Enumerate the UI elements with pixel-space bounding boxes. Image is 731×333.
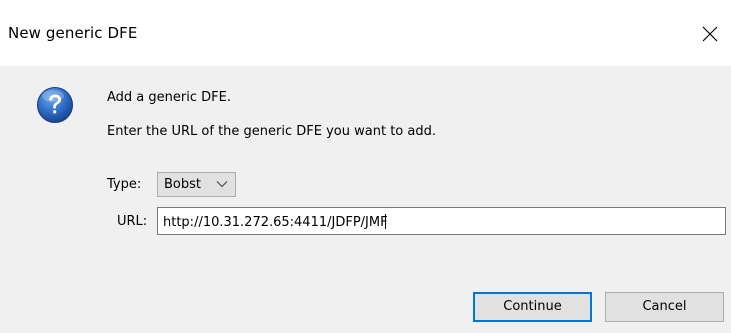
text-caret bbox=[384, 214, 386, 229]
close-icon bbox=[702, 26, 718, 42]
question-icon bbox=[37, 87, 73, 123]
new-generic-dfe-dialog: New generic DFE Add a generic DFE. Enter… bbox=[0, 0, 731, 333]
message-line-2: Enter the URL of the generic DFE you wan… bbox=[107, 124, 436, 139]
dialog-title: New generic DFE bbox=[8, 24, 138, 42]
continue-button[interactable]: Continue bbox=[473, 292, 592, 322]
type-select-value: Bobst bbox=[164, 177, 201, 192]
title-bar: New generic DFE bbox=[0, 0, 731, 66]
chevron-down-icon bbox=[216, 181, 228, 188]
close-button[interactable] bbox=[696, 20, 724, 48]
type-label: Type: bbox=[107, 177, 142, 192]
url-input[interactable]: http://10.31.272.65:4411/JDFP/JMF bbox=[157, 207, 726, 235]
message-line-1: Add a generic DFE. bbox=[107, 90, 231, 105]
cancel-button[interactable]: Cancel bbox=[605, 292, 724, 322]
type-select[interactable]: Bobst bbox=[157, 172, 236, 197]
url-input-value: http://10.31.272.65:4411/JDFP/JMF bbox=[163, 215, 388, 230]
url-label: URL: bbox=[117, 214, 148, 229]
